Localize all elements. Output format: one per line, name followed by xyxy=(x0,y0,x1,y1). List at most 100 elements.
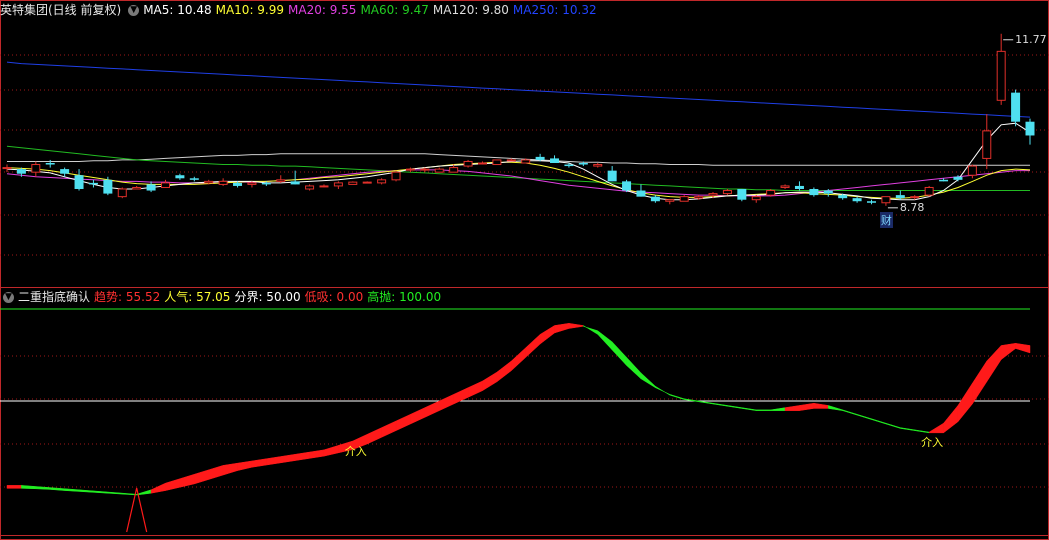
candle-body-up xyxy=(593,164,603,167)
candle-body-up xyxy=(319,185,329,188)
trend-ribbon-segment xyxy=(914,429,930,434)
candle-body-down xyxy=(175,175,185,179)
trend-ribbon-segment xyxy=(727,405,743,409)
ma-legend-item-1: MA10: 9.99 xyxy=(215,3,285,17)
ma20-line xyxy=(6,169,1030,197)
candle-body-up xyxy=(405,168,415,171)
trend-ribbon-segment xyxy=(194,469,209,485)
trend-ribbon-segment xyxy=(222,462,238,476)
candle-body-up xyxy=(982,130,992,159)
candle-body-up xyxy=(333,182,343,187)
ma-legend: MA5: 10.48 MA10: 9.99 MA20: 9.55 MA60: 9.47… xyxy=(143,3,600,17)
candle-body-up xyxy=(434,168,444,173)
candle-body-up xyxy=(305,185,315,190)
candle-body-up xyxy=(506,159,516,162)
stock-title: 英特集团(日线 前复权) xyxy=(0,3,122,17)
candle-body-down xyxy=(261,182,271,185)
candle-body-down xyxy=(737,189,747,200)
candle-body-down xyxy=(823,190,833,194)
indicator-panel-header: ▼ 二重指底确认 趋势: 55.52 人气: 57.05 分界: 50.00 低吸: 0.… xyxy=(0,288,449,306)
candle-body-up xyxy=(247,182,257,185)
entry-signal-label: 介入 xyxy=(921,436,943,449)
ma-legend-item-3: MA60: 9.47 xyxy=(360,3,429,17)
candle-body-down xyxy=(103,179,113,194)
candle-body-down xyxy=(578,163,588,165)
trend-ribbon-segment xyxy=(525,333,541,358)
candle-body-down xyxy=(45,163,55,165)
indicator-legend-item-4: 高抛: 100.00 xyxy=(367,290,442,304)
candle-body-up xyxy=(722,190,732,195)
trend-ribbon-segment xyxy=(712,402,728,407)
candle-body-up xyxy=(117,188,127,198)
trend-ribbon-segment xyxy=(237,460,253,471)
trend-ribbon-segment xyxy=(770,407,786,411)
trend-ribbon-segment xyxy=(136,489,152,496)
trend-ribbon-segment xyxy=(424,400,440,418)
trend-ribbon-segment xyxy=(813,402,829,409)
chevron-down-icon[interactable]: ▼ xyxy=(3,292,14,303)
candle-body-down xyxy=(650,196,660,202)
candle-body-down xyxy=(794,185,804,189)
candle-body-down xyxy=(1025,121,1035,136)
candle-body-down xyxy=(636,190,646,197)
candle-body-up xyxy=(218,180,228,185)
candle-body-down xyxy=(233,182,243,186)
trend-ribbon-segment xyxy=(755,409,771,411)
candle-body-down xyxy=(88,182,98,185)
trend-ribbon-segment xyxy=(871,418,887,425)
candle-body-up xyxy=(160,182,170,188)
candle-body-down xyxy=(939,179,949,182)
ma-legend-item-0: MA5: 10.48 xyxy=(143,3,212,17)
candle-body-down xyxy=(838,195,848,199)
trend-ribbon-segment xyxy=(6,485,22,489)
trend-ribbon-segment xyxy=(1015,342,1031,354)
trend-ribbon-segment xyxy=(900,427,915,431)
trend-ribbon-segment xyxy=(842,409,858,416)
candle-body-up xyxy=(665,199,675,202)
trend-ribbon-segment xyxy=(885,422,901,429)
price-panel-header: 英特集团(日线 前复权) ▼ MA5: 10.48 MA10: 9.99 MA20: 9… xyxy=(0,1,605,19)
kline-chart[interactable]: 介入介入 xyxy=(0,0,1049,540)
trend-ribbon-segment xyxy=(453,387,469,405)
trend-ribbon-segment xyxy=(93,490,109,494)
candle-body-up xyxy=(708,193,718,196)
candle-body-down xyxy=(146,184,156,191)
high-price-marker: 11.77 xyxy=(1015,32,1047,46)
candle-body-up xyxy=(477,162,487,165)
candle-body-up xyxy=(377,179,387,184)
candle-body-down xyxy=(809,189,819,196)
candle-body-down xyxy=(622,181,632,191)
trend-ribbon-segment xyxy=(611,341,627,367)
candle-body-up xyxy=(463,160,473,167)
ma10-line xyxy=(6,161,1031,199)
ma-legend-item-5: MA250: 10.32 xyxy=(512,3,597,17)
candle-body-up xyxy=(276,179,286,182)
candle-body-up xyxy=(996,50,1006,101)
candle-body-up xyxy=(766,190,776,196)
candle-body-up xyxy=(391,171,401,181)
trend-ribbon-segment xyxy=(280,453,296,464)
trend-ribbon-segment xyxy=(986,344,1002,383)
trend-ribbon-segment xyxy=(410,407,426,425)
candle-body-up xyxy=(967,165,977,176)
trend-ribbon-segment xyxy=(179,473,195,488)
candle-body-up xyxy=(910,196,920,199)
trend-ribbon-segment xyxy=(64,488,80,492)
trend-ribbon-segment xyxy=(784,405,800,411)
chevron-down-icon[interactable]: ▼ xyxy=(128,5,140,16)
trend-ribbon-segment xyxy=(928,422,944,434)
trend-ribbon-segment xyxy=(799,402,815,411)
finance-badge-icon[interactable]: 财 xyxy=(879,211,893,228)
candle-body-down xyxy=(16,169,26,174)
trend-ribbon-segment xyxy=(78,489,94,493)
candle-body-down xyxy=(564,164,574,167)
candle-body-up xyxy=(521,159,531,164)
trend-ribbon-segment xyxy=(655,385,671,396)
trend-ribbon-segment xyxy=(208,465,224,480)
trend-ribbon-segment xyxy=(251,458,267,468)
ma60-line xyxy=(6,145,1030,191)
trend-ribbon-segment xyxy=(539,325,555,345)
trend-ribbon-segment xyxy=(957,382,973,423)
candle-body-up xyxy=(679,196,689,202)
candle-body-down xyxy=(60,169,70,174)
